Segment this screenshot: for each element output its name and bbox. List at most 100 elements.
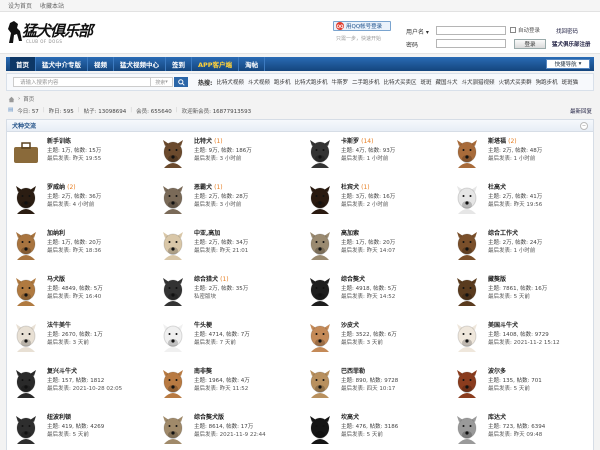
forum-board[interactable]: 罗威纳 (2) 主题: 2万, 帖数: 36万 最后发表: 4 小时前 bbox=[7, 178, 154, 224]
hot-link[interactable]: 狗跑步机 bbox=[536, 78, 558, 86]
hot-link[interactable]: 牛斯罗 bbox=[331, 78, 348, 86]
board-last-post[interactable]: 最后发表: 2021-11-9 22:44 bbox=[194, 431, 266, 440]
forum-board[interactable]: 法牛美牛 主题: 2670, 帖数: 1万 最后发表: 3 天前 bbox=[7, 316, 154, 362]
board-name[interactable]: 库达犬 bbox=[488, 414, 545, 423]
hot-link[interactable]: 斗犬驯猎视频 bbox=[462, 78, 495, 86]
board-name[interactable]: 藏獒版 bbox=[488, 276, 547, 285]
qq-login-button[interactable]: QQ 用QQ帐号登录 bbox=[333, 21, 391, 31]
forum-board[interactable]: 卡斯罗 (14) 主题: 4万, 帖数: 93万 最后发表: 1 小时前 bbox=[301, 132, 448, 178]
hot-link[interactable]: 比特犬买卖区 bbox=[384, 78, 417, 86]
kuchi-icon[interactable] bbox=[452, 414, 482, 444]
bordeaux-icon[interactable] bbox=[452, 368, 482, 398]
forum-section-title[interactable]: 犬种交流 bbox=[12, 121, 36, 130]
mastiff-icon[interactable] bbox=[305, 276, 335, 306]
board-name[interactable]: 法牛美牛 bbox=[47, 322, 103, 331]
board-last-post[interactable]: 最后发表: 昨天 14:07 bbox=[341, 247, 395, 256]
bookmark-link[interactable]: 收藏本站 bbox=[40, 1, 64, 10]
mastiff-icon[interactable] bbox=[158, 414, 188, 444]
fila-icon[interactable] bbox=[305, 368, 335, 398]
auto-login-checkbox[interactable] bbox=[510, 27, 516, 33]
board-last-post[interactable]: 最后发表: 1 小时前 bbox=[341, 155, 395, 164]
board-last-post[interactable]: 最后发表: 昨天 19:56 bbox=[488, 201, 542, 210]
password-input[interactable] bbox=[436, 39, 506, 48]
board-name[interactable]: 中亚,高加 bbox=[194, 230, 248, 239]
board-name[interactable]: 美国斗牛犬 bbox=[488, 322, 560, 331]
boerboel-icon[interactable] bbox=[158, 368, 188, 398]
board-last-post[interactable]: 最后发表: 4 小时前 bbox=[47, 201, 101, 210]
set-home-link[interactable]: 设为首页 bbox=[8, 1, 32, 10]
briefcase-icon[interactable] bbox=[11, 138, 41, 168]
forum-board[interactable]: 杜高犬 主题: 2万, 帖数: 41万 最后发表: 昨天 19:56 bbox=[448, 178, 595, 224]
board-last-post[interactable]: 最后发表: 2 小时前 bbox=[341, 201, 395, 210]
auto-login-toggle[interactable]: 自动登录 bbox=[510, 26, 540, 34]
board-name[interactable]: 新手训练 bbox=[47, 138, 101, 147]
board-name[interactable]: 综合工作犬 bbox=[488, 230, 542, 239]
forum-board[interactable]: 巴西菲勒 主题: 890, 帖数: 9728 最后发表: 四天 10:17 bbox=[301, 362, 448, 408]
board-name[interactable]: 杜宾犬 (1) bbox=[341, 184, 395, 193]
board-name[interactable]: 恶霸犬 (1) bbox=[194, 184, 248, 193]
forum-board[interactable]: 综合獒犬 主题: 4918, 帖数: 5万 最后发表: 昨天 14:52 bbox=[301, 270, 448, 316]
forum-board[interactable]: 新手训练 主题: 1万, 帖数: 15万 最后发表: 昨天 19:55 bbox=[7, 132, 154, 178]
rottweiler-icon[interactable] bbox=[11, 184, 41, 214]
search-type-select[interactable]: 搜索 ▾ bbox=[151, 77, 173, 87]
hot-link[interactable]: 斑斑猫 bbox=[562, 78, 579, 86]
forum-board[interactable]: 综合猎犬 (1) 主题: 2万, 帖数: 35万 私密版块 bbox=[154, 270, 301, 316]
board-last-post[interactable]: 最后发表: 2021-11-2 15:12 bbox=[488, 339, 560, 348]
forum-board[interactable]: 加纳利 主题: 1万, 帖数: 20万 最后发表: 昨天 18:36 bbox=[7, 224, 154, 270]
forum-board[interactable]: 藏獒版 主题: 7861, 帖数: 16万 最后发表: 5 天前 bbox=[448, 270, 595, 316]
pitbull-icon[interactable] bbox=[158, 138, 188, 168]
board-name[interactable]: 纽波利顿 bbox=[47, 414, 104, 423]
board-last-post[interactable]: 最后发表: 四天 10:17 bbox=[341, 385, 398, 394]
board-name[interactable]: 坎高犬 bbox=[341, 414, 398, 423]
board-name[interactable]: 南非獒 bbox=[194, 368, 250, 377]
board-last-post[interactable]: 最后发表: 1 小时前 bbox=[488, 155, 542, 164]
board-last-post[interactable]: 最后发表: 3 天前 bbox=[341, 339, 397, 348]
hot-link[interactable]: 火锅犬买卖群 bbox=[499, 78, 532, 86]
olde-bulldog-icon[interactable] bbox=[11, 368, 41, 398]
nav-video[interactable]: 视频 bbox=[88, 57, 114, 71]
frenchie-icon[interactable] bbox=[11, 322, 41, 352]
board-last-post[interactable]: 最后发表: 3 天前 bbox=[47, 339, 103, 348]
board-name[interactable]: 沙皮犬 bbox=[341, 322, 397, 331]
forum-board[interactable]: 马犬版 主题: 4849, 帖数: 5万 最后发表: 昨天 16:40 bbox=[7, 270, 154, 316]
collapse-button[interactable]: − bbox=[580, 122, 588, 130]
board-last-post[interactable]: 最后发表: 5 天前 bbox=[488, 385, 542, 394]
board-name[interactable]: 巴西菲勒 bbox=[341, 368, 398, 377]
kangal-icon[interactable] bbox=[305, 230, 335, 260]
forum-board[interactable]: 恶霸犬 (1) 主题: 2万, 帖数: 28万 最后发表: 3 小时前 bbox=[154, 178, 301, 224]
forum-board[interactable]: 坎高犬 主题: 476, 帖数: 3186 最后发表: 5 天前 bbox=[301, 408, 448, 450]
board-last-post[interactable]: 最后发表: 昨天 18:36 bbox=[47, 247, 101, 256]
forum-board[interactable]: 斯塔福 (2) 主题: 2万, 帖数: 48万 最后发表: 1 小时前 bbox=[448, 132, 595, 178]
hot-link[interactable]: 比特犬跑步机 bbox=[294, 78, 327, 86]
nav-agency[interactable]: 猛犬中介专版 bbox=[36, 57, 88, 71]
board-last-post[interactable]: 最后发表: 昨天 19:55 bbox=[47, 155, 101, 164]
latest-reply-link[interactable]: 最新回复 bbox=[570, 107, 592, 115]
login-button[interactable]: 登录 bbox=[514, 39, 546, 49]
forum-board[interactable]: 南非獒 主题: 1964, 帖数: 4万 最后发表: 昨天 11:52 bbox=[154, 362, 301, 408]
hot-link[interactable]: 藏国斗犬 bbox=[436, 78, 458, 86]
board-last-post[interactable]: 最后发表: 昨天 11:52 bbox=[194, 385, 250, 394]
home-icon[interactable] bbox=[8, 96, 15, 103]
forum-board[interactable]: 美国斗牛犬 主题: 1408, 帖数: 9729 最后发表: 2021-11-2 … bbox=[448, 316, 595, 362]
staffy-icon[interactable] bbox=[452, 138, 482, 168]
neapolitan-icon[interactable] bbox=[11, 414, 41, 444]
board-last-post[interactable]: 最后发表: 3 小时前 bbox=[194, 155, 252, 164]
site-logo[interactable]: 猛犬俱乐部 CLUB OF DOGS bbox=[6, 17, 93, 49]
nav-app[interactable]: APP客户端 bbox=[192, 57, 240, 71]
board-last-post[interactable]: 最后发表: 2021-10-28 02:05 bbox=[47, 385, 122, 394]
board-last-post[interactable]: 最后发表: 昨天 21:01 bbox=[194, 247, 248, 256]
hot-link[interactable]: 斗犬视频 bbox=[248, 78, 270, 86]
board-name[interactable]: 综合獒犬版 bbox=[194, 414, 266, 423]
board-last-post[interactable]: 最后发表: 5 天前 bbox=[488, 293, 547, 302]
nav-signin[interactable]: 签到 bbox=[166, 57, 192, 71]
forum-board[interactable]: 库达犬 主题: 723, 帖数: 6394 最后发表: 昨天 09:48 bbox=[448, 408, 595, 450]
board-name[interactable]: 加纳利 bbox=[47, 230, 101, 239]
bull-terrier-icon[interactable] bbox=[158, 322, 188, 352]
board-last-post[interactable]: 最后发表: 昨天 14:52 bbox=[341, 293, 397, 302]
board-last-post[interactable]: 最后发表: 5 天前 bbox=[47, 431, 104, 440]
username-input[interactable] bbox=[436, 26, 506, 35]
kangal-icon[interactable] bbox=[305, 414, 335, 444]
board-name[interactable]: 复兴斗牛犬 bbox=[47, 368, 122, 377]
board-name[interactable]: 马犬版 bbox=[47, 276, 103, 285]
caucasian-icon[interactable] bbox=[158, 230, 188, 260]
